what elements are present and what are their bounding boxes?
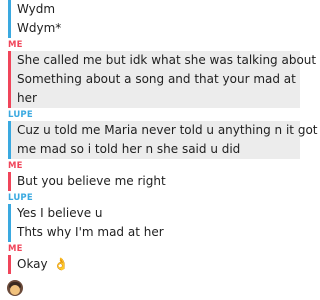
message-bubble[interactable]: Okay 👌 <box>8 255 300 274</box>
message-line: She called me but idk what she was talki… <box>17 53 317 67</box>
message-line: Yes I believe u <box>17 206 103 220</box>
message-bubble[interactable]: She called me but idk what she was talki… <box>8 51 317 108</box>
message-line: her <box>17 91 37 105</box>
sender-label: ME <box>8 161 23 171</box>
message-line: Wydm <box>17 2 56 16</box>
message-group-me: ME She called me but idk what she was ta… <box>0 40 317 108</box>
chat-thread: Wydm Wdym* ME She called me but idk what… <box>0 0 318 274</box>
message-line: Wdym* <box>17 21 62 35</box>
sender-label: ME <box>8 40 23 50</box>
message-group-lupe: LUPE Cuz u told me Maria never told u an… <box>0 110 318 159</box>
message-line: Something about a song and that your mad… <box>17 72 296 86</box>
sender-label: LUPE <box>8 193 33 203</box>
message-bubble[interactable]: Yes I believe u Thts why I'm mad at her <box>8 204 300 242</box>
message-text: Okay <box>17 257 48 271</box>
message-line: Cuz u told me Maria never told u anythin… <box>17 123 318 137</box>
message-group-me: ME Okay 👌 <box>0 244 300 274</box>
message-line: Okay 👌 <box>17 255 300 274</box>
sender-label: LUPE <box>8 110 33 120</box>
message-group-lupe: LUPE Yes I believe u Thts why I'm mad at… <box>0 193 300 242</box>
message-bubble[interactable]: But you believe me right <box>8 172 300 191</box>
message-group-top: Wydm Wdym* <box>0 0 300 38</box>
message-bubble[interactable]: Cuz u told me Maria never told u anythin… <box>8 121 318 159</box>
sender-label: ME <box>8 244 23 254</box>
message-line: Thts why I'm mad at her <box>17 225 164 239</box>
message-line: But you believe me right <box>17 174 166 188</box>
message-group-me: ME But you believe me right <box>0 161 300 191</box>
bitmoji-avatar-icon[interactable] <box>7 280 23 296</box>
message-line: me mad so i told her n she said u did <box>17 142 241 156</box>
ok-hand-emoji-icon: 👌 <box>53 257 69 271</box>
message-bubble[interactable]: Wydm Wdym* <box>8 0 300 38</box>
avatar-face <box>10 285 20 295</box>
